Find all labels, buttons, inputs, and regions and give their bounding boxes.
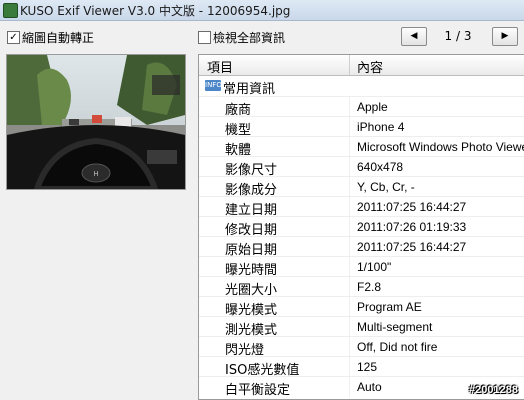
table-row[interactable]: 影像尺寸 640x478	[199, 156, 524, 178]
row-value: Y, Cb, Cr, -	[357, 180, 415, 194]
row-value: Program AE	[357, 300, 422, 314]
table-row[interactable]: 測光模式 Multi-segment	[199, 316, 524, 338]
row-value: 2011:07:26 01:19:33	[357, 220, 467, 234]
row-value: Multi-segment	[357, 320, 433, 334]
group-row[interactable]: INFO 常用資訊	[199, 76, 524, 97]
table-row[interactable]: 廠商 Apple	[199, 96, 524, 118]
photo-preview: H	[6, 54, 186, 190]
row-value: 2011:07:25 16:44:27	[357, 240, 467, 254]
row-value: iPhone 4	[357, 120, 405, 134]
row-value: 125	[357, 360, 378, 374]
prev-button[interactable]: ◀	[401, 27, 427, 46]
row-value: Apple	[357, 100, 388, 114]
view-all-checkbox[interactable]	[198, 31, 211, 44]
group-label: 常用資訊	[223, 82, 276, 97]
table-row[interactable]: 曝光模式 Program AE	[199, 296, 524, 318]
next-arrow-icon: ▶	[501, 31, 509, 41]
next-button[interactable]: ▶	[492, 27, 518, 46]
svg-text:H: H	[93, 170, 98, 178]
table-row[interactable]: 機型 iPhone 4	[199, 116, 524, 138]
prev-arrow-icon: ◀	[410, 31, 418, 41]
table-row[interactable]: 閃光燈 Off, Did not fire	[199, 336, 524, 358]
table-row[interactable]: 影像成分 Y, Cb, Cr, -	[199, 176, 524, 198]
table-row[interactable]: 曝光時間 1/100"	[199, 256, 524, 278]
row-value: Off, Did not fire	[357, 340, 438, 354]
column-item[interactable]: 項目	[207, 57, 233, 76]
row-value: Auto	[357, 380, 382, 394]
column-content[interactable]: 內容	[357, 57, 383, 76]
shrink-rotate-checkbox[interactable]: ✓	[7, 31, 20, 44]
title-bar: KUSO Exif Viewer V3.0 中文版 - 12006954.jpg	[0, 0, 524, 21]
table-row[interactable]: 修改日期 2011:07:26 01:19:33	[199, 216, 524, 238]
row-key: 白平衡設定	[225, 383, 291, 398]
page-indicator: 1 / 3	[444, 29, 472, 43]
table-row[interactable]: 原始日期 2011:07:25 16:44:27	[199, 236, 524, 258]
row-value: Microsoft Windows Photo Viewer	[357, 140, 524, 154]
table-row[interactable]: 軟體 Microsoft Windows Photo Viewer	[199, 136, 524, 158]
app-icon	[3, 3, 18, 18]
grid-header: 項目 內容	[199, 55, 524, 76]
watermark: #2001288	[469, 384, 518, 396]
table-row[interactable]: 光圈大小 F2.8	[199, 276, 524, 298]
view-all-label[interactable]: 檢視全部資訊	[213, 29, 285, 46]
row-value: 1/100"	[357, 260, 392, 274]
window-title: KUSO Exif Viewer V3.0 中文版 - 12006954.jpg	[20, 4, 291, 18]
row-value: F2.8	[357, 280, 382, 294]
table-row[interactable]: ISO感光數值 125	[199, 356, 524, 378]
row-value: 2011:07:25 16:44:27	[357, 200, 467, 214]
info-icon: INFO	[205, 80, 222, 91]
table-row[interactable]: 建立日期 2011:07:25 16:44:27	[199, 196, 524, 218]
row-value: 640x478	[357, 160, 404, 174]
exif-grid[interactable]: 項目 內容 INFO 常用資訊 廠商 Apple 機型 iPhone 4 軟體 …	[198, 54, 524, 400]
shrink-rotate-label[interactable]: 縮圖自動轉正	[22, 29, 94, 46]
